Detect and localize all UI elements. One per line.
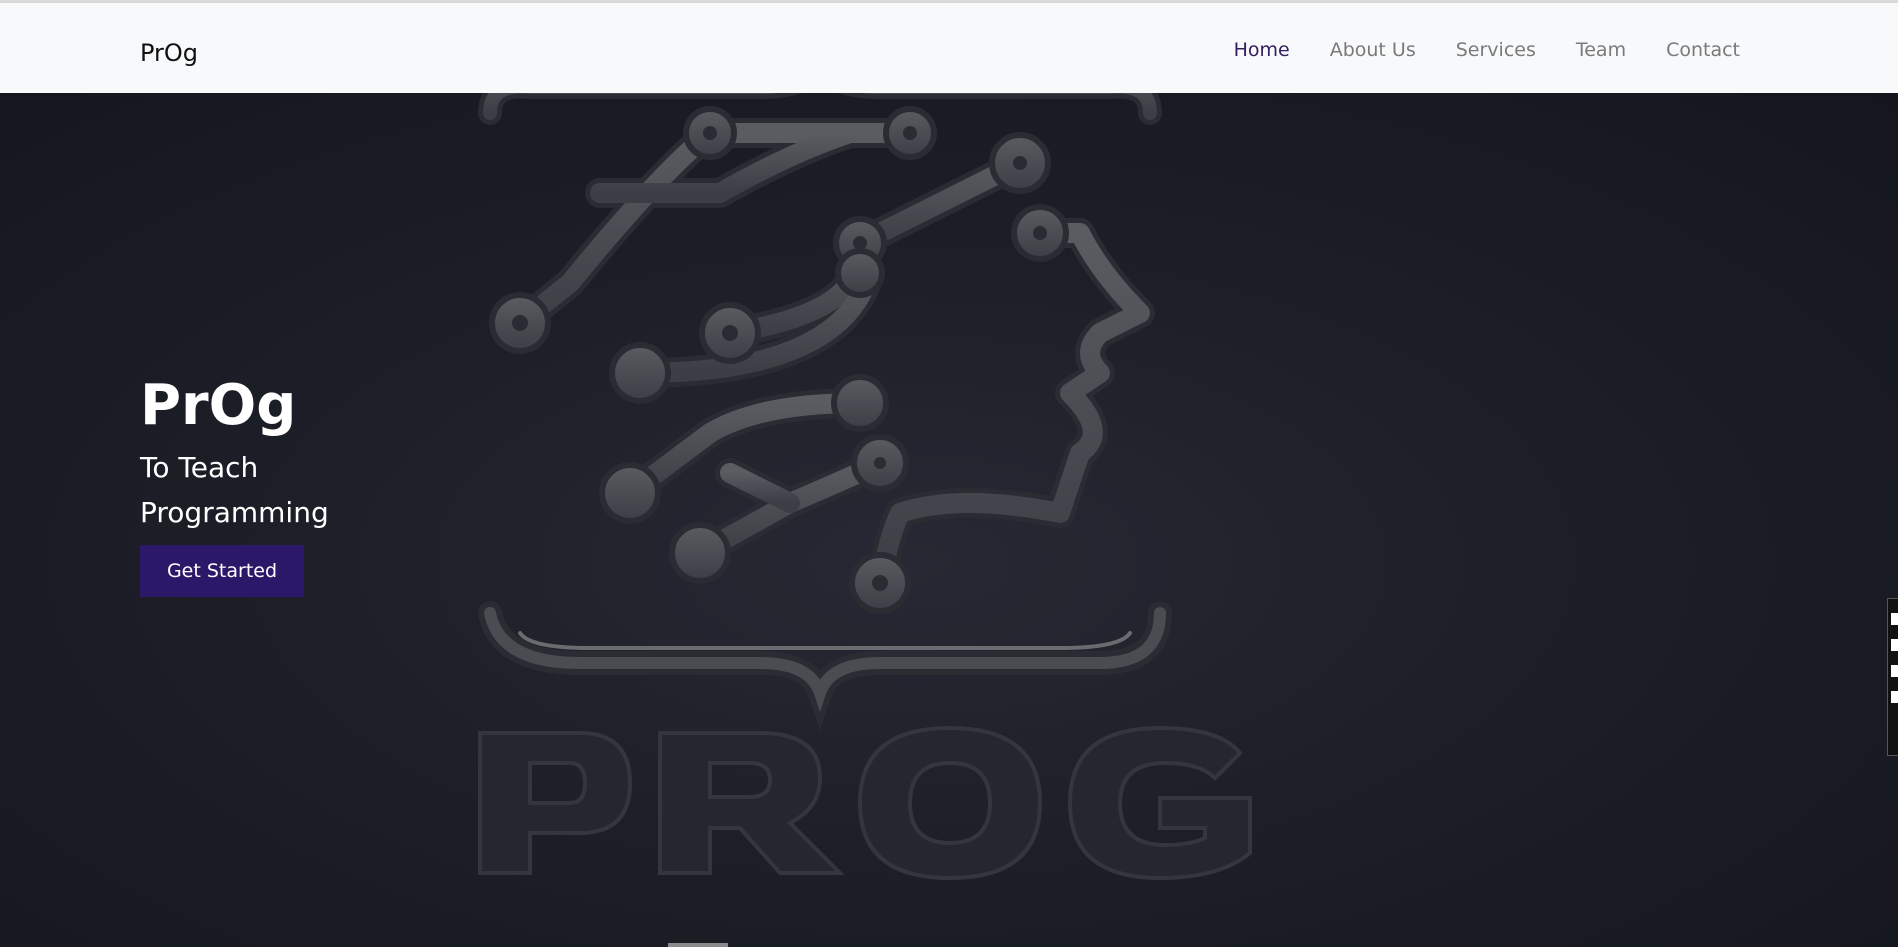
nav-menu: Home About Us Services Team Contact bbox=[1234, 39, 1740, 61]
toolbar-icon[interactable] bbox=[1891, 665, 1898, 677]
toolbar-icon[interactable] bbox=[1891, 613, 1898, 625]
page: PrOg Home About Us Services Team Contact bbox=[0, 0, 1898, 947]
hero-section: PrOg To Teach Programming Get Started bbox=[0, 93, 1898, 947]
nav-home[interactable]: Home bbox=[1234, 39, 1290, 61]
nav-team[interactable]: Team bbox=[1576, 39, 1626, 61]
hero-title: PrOg bbox=[140, 373, 297, 438]
nav-about-us[interactable]: About Us bbox=[1330, 39, 1416, 61]
hero-subtitle: To Teach Programming bbox=[140, 451, 329, 529]
nav-contact[interactable]: Contact bbox=[1666, 39, 1740, 61]
prog-logo-image bbox=[478, 93, 1252, 881]
nav-services[interactable]: Services bbox=[1456, 39, 1536, 61]
toolbar-icon[interactable] bbox=[1891, 691, 1898, 703]
brand-logo[interactable]: PrOg bbox=[140, 39, 198, 67]
side-toolbar[interactable] bbox=[1887, 598, 1898, 756]
scroll-indicator bbox=[668, 943, 728, 947]
toolbar-icon[interactable] bbox=[1891, 639, 1898, 651]
get-started-button[interactable]: Get Started bbox=[140, 545, 304, 597]
navbar: PrOg Home About Us Services Team Contact bbox=[0, 3, 1898, 93]
